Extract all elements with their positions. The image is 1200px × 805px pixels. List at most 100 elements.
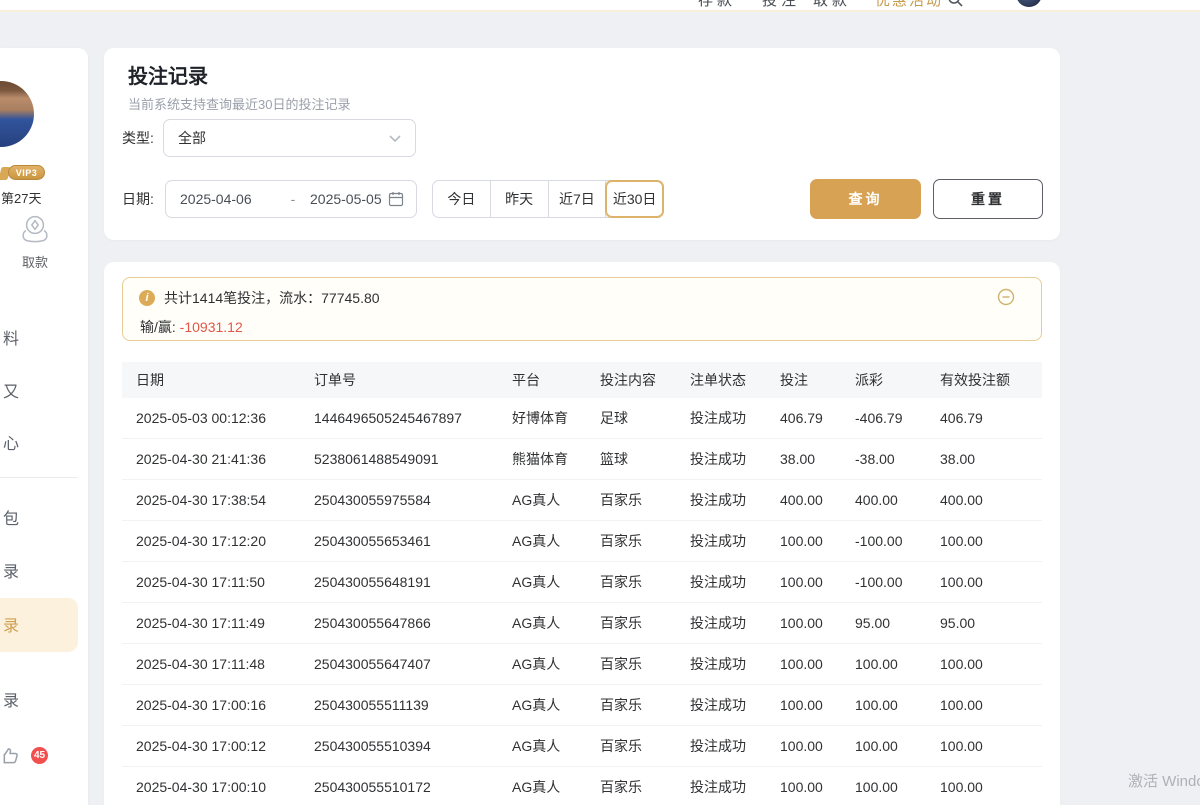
- cell-platform: AG真人: [498, 767, 586, 805]
- cell-bet: 400.00: [766, 480, 841, 520]
- user-avatar[interactable]: [0, 81, 34, 147]
- cell-bet: 38.00: [766, 439, 841, 479]
- date-range-input[interactable]: 2025-04-06 - 2025-05-05: [165, 180, 417, 218]
- withdraw-label: 取款: [14, 252, 56, 271]
- type-label: 类型:: [122, 119, 154, 157]
- cell-valid: 100.00: [926, 521, 1042, 561]
- table-row: 2025-04-30 17:38:54250430055975584AG真人百家…: [122, 480, 1042, 521]
- cell-valid: 95.00: [926, 603, 1042, 643]
- page-title: 投注记录: [128, 60, 208, 89]
- sidebar-withdraw-button[interactable]: 取款: [14, 214, 56, 271]
- table-body: 2025-05-03 00:12:361446496505245467897好博…: [122, 398, 1042, 805]
- header-valid: 有效投注额: [926, 362, 1042, 398]
- table-row: 2025-04-30 17:11:49250430055647866AG真人百家…: [122, 603, 1042, 644]
- cell-status: 投注成功: [676, 398, 766, 438]
- nav-item-withdraw[interactable]: 取款: [813, 0, 851, 10]
- cell-status: 投注成功: [676, 521, 766, 561]
- sidebar-item-betting-records-active[interactable]: 录: [3, 612, 19, 636]
- cell-content: 百家乐: [586, 726, 676, 766]
- quick-range-7days[interactable]: 近7日: [549, 181, 607, 217]
- cell-content: 百家乐: [586, 603, 676, 643]
- search-icon[interactable]: [947, 0, 963, 12]
- nav-item-bet[interactable]: 投注: [762, 0, 800, 10]
- cell-date: 2025-04-30 17:38:54: [122, 480, 300, 520]
- summary-total-text: 共计1414笔投注，流水：77745.80: [164, 288, 380, 308]
- top-navbar: 存款 投注 取款 优惠活动: [0, 0, 1200, 12]
- info-icon: i: [139, 290, 155, 306]
- date-separator: -: [276, 191, 310, 207]
- withdraw-icon: [17, 214, 53, 246]
- cell-order: 250430055510172: [300, 767, 498, 805]
- cell-bet: 406.79: [766, 398, 841, 438]
- cell-content: 百家乐: [586, 562, 676, 602]
- cell-date: 2025-04-30 17:00:16: [122, 685, 300, 725]
- sidebar-item-5[interactable]: 录: [3, 558, 19, 582]
- cell-payout: -100.00: [841, 521, 926, 561]
- reset-button[interactable]: 重置: [933, 179, 1043, 219]
- cell-bet: 100.00: [766, 767, 841, 805]
- table-row: 2025-04-30 17:11:48250430055647407AG真人百家…: [122, 644, 1042, 685]
- cell-status: 投注成功: [676, 439, 766, 479]
- table-row: 2025-04-30 17:00:16250430055511139AG真人百家…: [122, 685, 1042, 726]
- cell-date: 2025-04-30 17:11:50: [122, 562, 300, 602]
- cell-status: 投注成功: [676, 726, 766, 766]
- cell-content: 足球: [586, 398, 676, 438]
- cell-date: 2025-04-30 17:00:12: [122, 726, 300, 766]
- sidebar-item-7[interactable]: 录: [3, 687, 19, 711]
- header-payout: 派彩: [841, 362, 926, 398]
- cell-status: 投注成功: [676, 685, 766, 725]
- cell-payout: -38.00: [841, 439, 926, 479]
- cell-payout: 100.00: [841, 644, 926, 684]
- cell-bet: 100.00: [766, 726, 841, 766]
- cell-status: 投注成功: [676, 562, 766, 602]
- header-status: 注单状态: [676, 362, 766, 398]
- quick-range-yesterday[interactable]: 昨天: [491, 181, 549, 217]
- cell-date: 2025-04-30 17:12:20: [122, 521, 300, 561]
- winloss-label: 输/赢:: [140, 319, 176, 335]
- sidebar-item-1[interactable]: 料: [3, 325, 19, 349]
- header-date: 日期: [122, 362, 300, 398]
- winloss-value: -10931.12: [180, 319, 243, 335]
- cell-content: 百家乐: [586, 480, 676, 520]
- cell-payout: 100.00: [841, 685, 926, 725]
- cell-content: 篮球: [586, 439, 676, 479]
- sidebar-item-2[interactable]: 又: [3, 378, 19, 402]
- cell-order: 250430055648191: [300, 562, 498, 602]
- vip-badge: VIP3: [8, 165, 45, 180]
- notice-hand-icon[interactable]: [1, 746, 21, 771]
- cell-platform: AG真人: [498, 562, 586, 602]
- cell-valid: 100.00: [926, 644, 1042, 684]
- navbar-avatar[interactable]: [1016, 0, 1042, 7]
- quick-range-today[interactable]: 今日: [433, 181, 491, 217]
- cell-order: 250430055653461: [300, 521, 498, 561]
- sidebar-item-4[interactable]: 包: [3, 505, 19, 529]
- cell-date: 2025-04-30 17:00:10: [122, 767, 300, 805]
- cell-content: 百家乐: [586, 521, 676, 561]
- nav-item-deposit[interactable]: 存款: [698, 0, 736, 10]
- cell-order: 250430055975584: [300, 480, 498, 520]
- vip-day-label: 第27天: [1, 188, 41, 207]
- cell-valid: 100.00: [926, 685, 1042, 725]
- nav-item-promo[interactable]: 优惠活动: [875, 0, 943, 10]
- sidebar-item-3[interactable]: 心: [3, 430, 19, 454]
- cell-valid: 100.00: [926, 767, 1042, 805]
- cell-payout: 100.00: [841, 767, 926, 805]
- collapse-minus-icon[interactable]: [997, 288, 1015, 306]
- cell-platform: AG真人: [498, 480, 586, 520]
- quick-range-30days[interactable]: 近30日: [606, 181, 663, 217]
- sidebar: VIP3 第27天 取款 料 又 心 包 录 录 录 45: [0, 48, 88, 805]
- cell-bet: 100.00: [766, 644, 841, 684]
- sidebar-divider: [0, 477, 78, 478]
- type-select[interactable]: 全部: [163, 119, 416, 157]
- cell-platform: AG真人: [498, 726, 586, 766]
- table-row: 2025-05-03 00:12:361446496505245467897好博…: [122, 398, 1042, 439]
- cell-valid: 400.00: [926, 480, 1042, 520]
- table-row: 2025-04-30 17:00:12250430055510394AG真人百家…: [122, 726, 1042, 767]
- cell-bet: 100.00: [766, 562, 841, 602]
- cell-content: 百家乐: [586, 685, 676, 725]
- query-button[interactable]: 查询: [810, 179, 921, 219]
- cell-valid: 406.79: [926, 398, 1042, 438]
- cell-date: 2025-04-30 21:41:36: [122, 439, 300, 479]
- table-row: 2025-04-30 17:11:50250430055648191AG真人百家…: [122, 562, 1042, 603]
- table-row: 2025-04-30 21:41:365238061488549091熊猫体育篮…: [122, 439, 1042, 480]
